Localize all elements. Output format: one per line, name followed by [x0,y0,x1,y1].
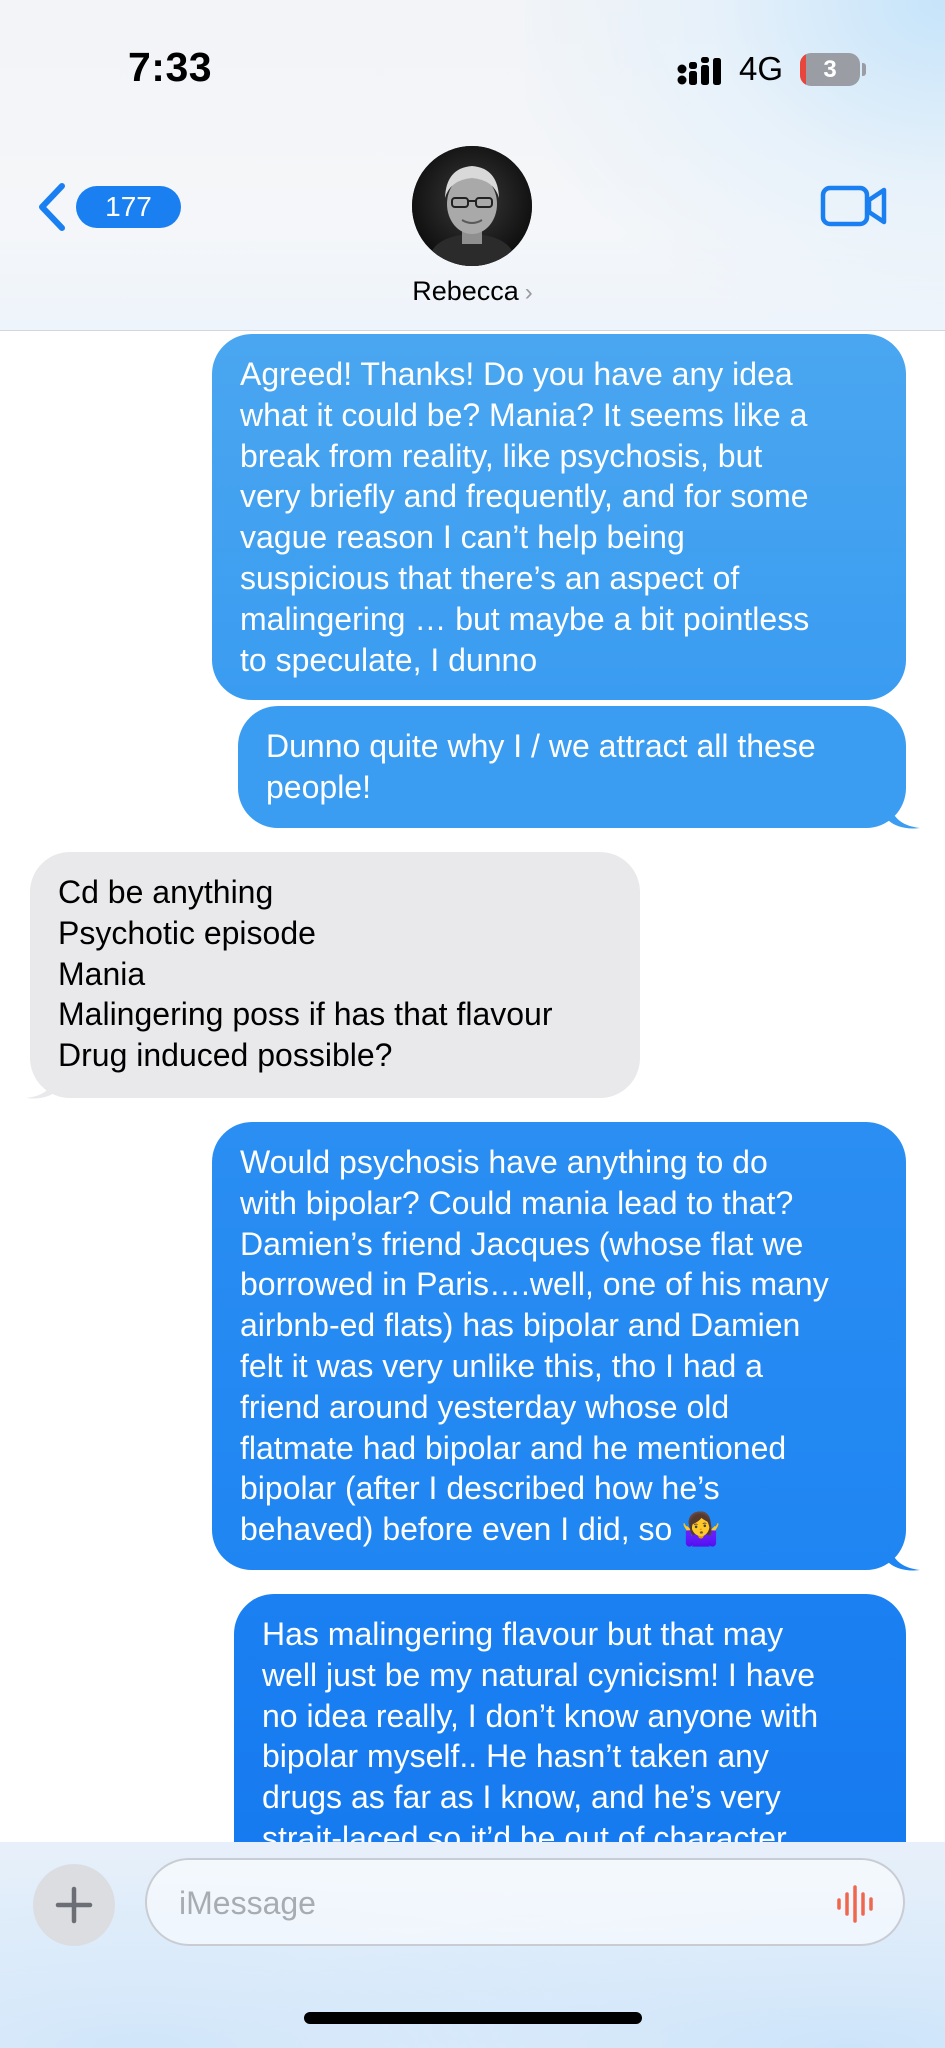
video-camera-icon[interactable] [820,182,888,230]
outgoing-message-bubble[interactable]: Has malingering flavour but that may wel… [234,1594,906,1842]
bubble-tail [888,800,920,829]
conversation-header: 7:33 4G 3 177 Rebecca › [0,0,945,331]
outgoing-message-bubble[interactable]: Dunno quite why I / we attract all these… [238,706,906,828]
contact-name: Rebecca [412,276,519,306]
chevron-left-icon [39,183,65,231]
composer-bar [0,1842,945,2048]
battery-level: 3 [823,56,837,83]
battery-cap [862,63,866,76]
bubble-tail [26,1070,58,1099]
audio-waveform-icon[interactable] [835,1884,879,1924]
status-time: 7:33 [128,44,213,90]
chevron-right-icon: › [524,279,533,306]
back-button[interactable]: 177 [36,178,181,234]
bubble-tail [888,1542,920,1571]
contact-name-button[interactable]: Rebecca › [0,276,945,307]
avatar-photo [412,146,532,266]
plus-icon [55,1886,93,1924]
network-type: 4G [739,50,784,87]
outgoing-message-bubble[interactable]: Agreed! Thanks! Do you have any idea wha… [212,334,906,700]
avatar[interactable] [412,146,532,266]
signal-bars-icon [677,57,721,85]
imessage-input[interactable] [177,1860,821,1946]
add-attachment-button[interactable] [33,1864,115,1946]
home-indicator [304,2012,642,2024]
battery-icon: 3 [800,53,860,86]
incoming-message-bubble[interactable]: Cd be anything Psychotic episode Mania M… [30,852,640,1098]
message-field[interactable] [145,1858,905,1946]
outgoing-message-bubble[interactable]: Would psychosis have anything to do with… [212,1122,906,1570]
unread-count-badge: 177 [76,186,181,228]
